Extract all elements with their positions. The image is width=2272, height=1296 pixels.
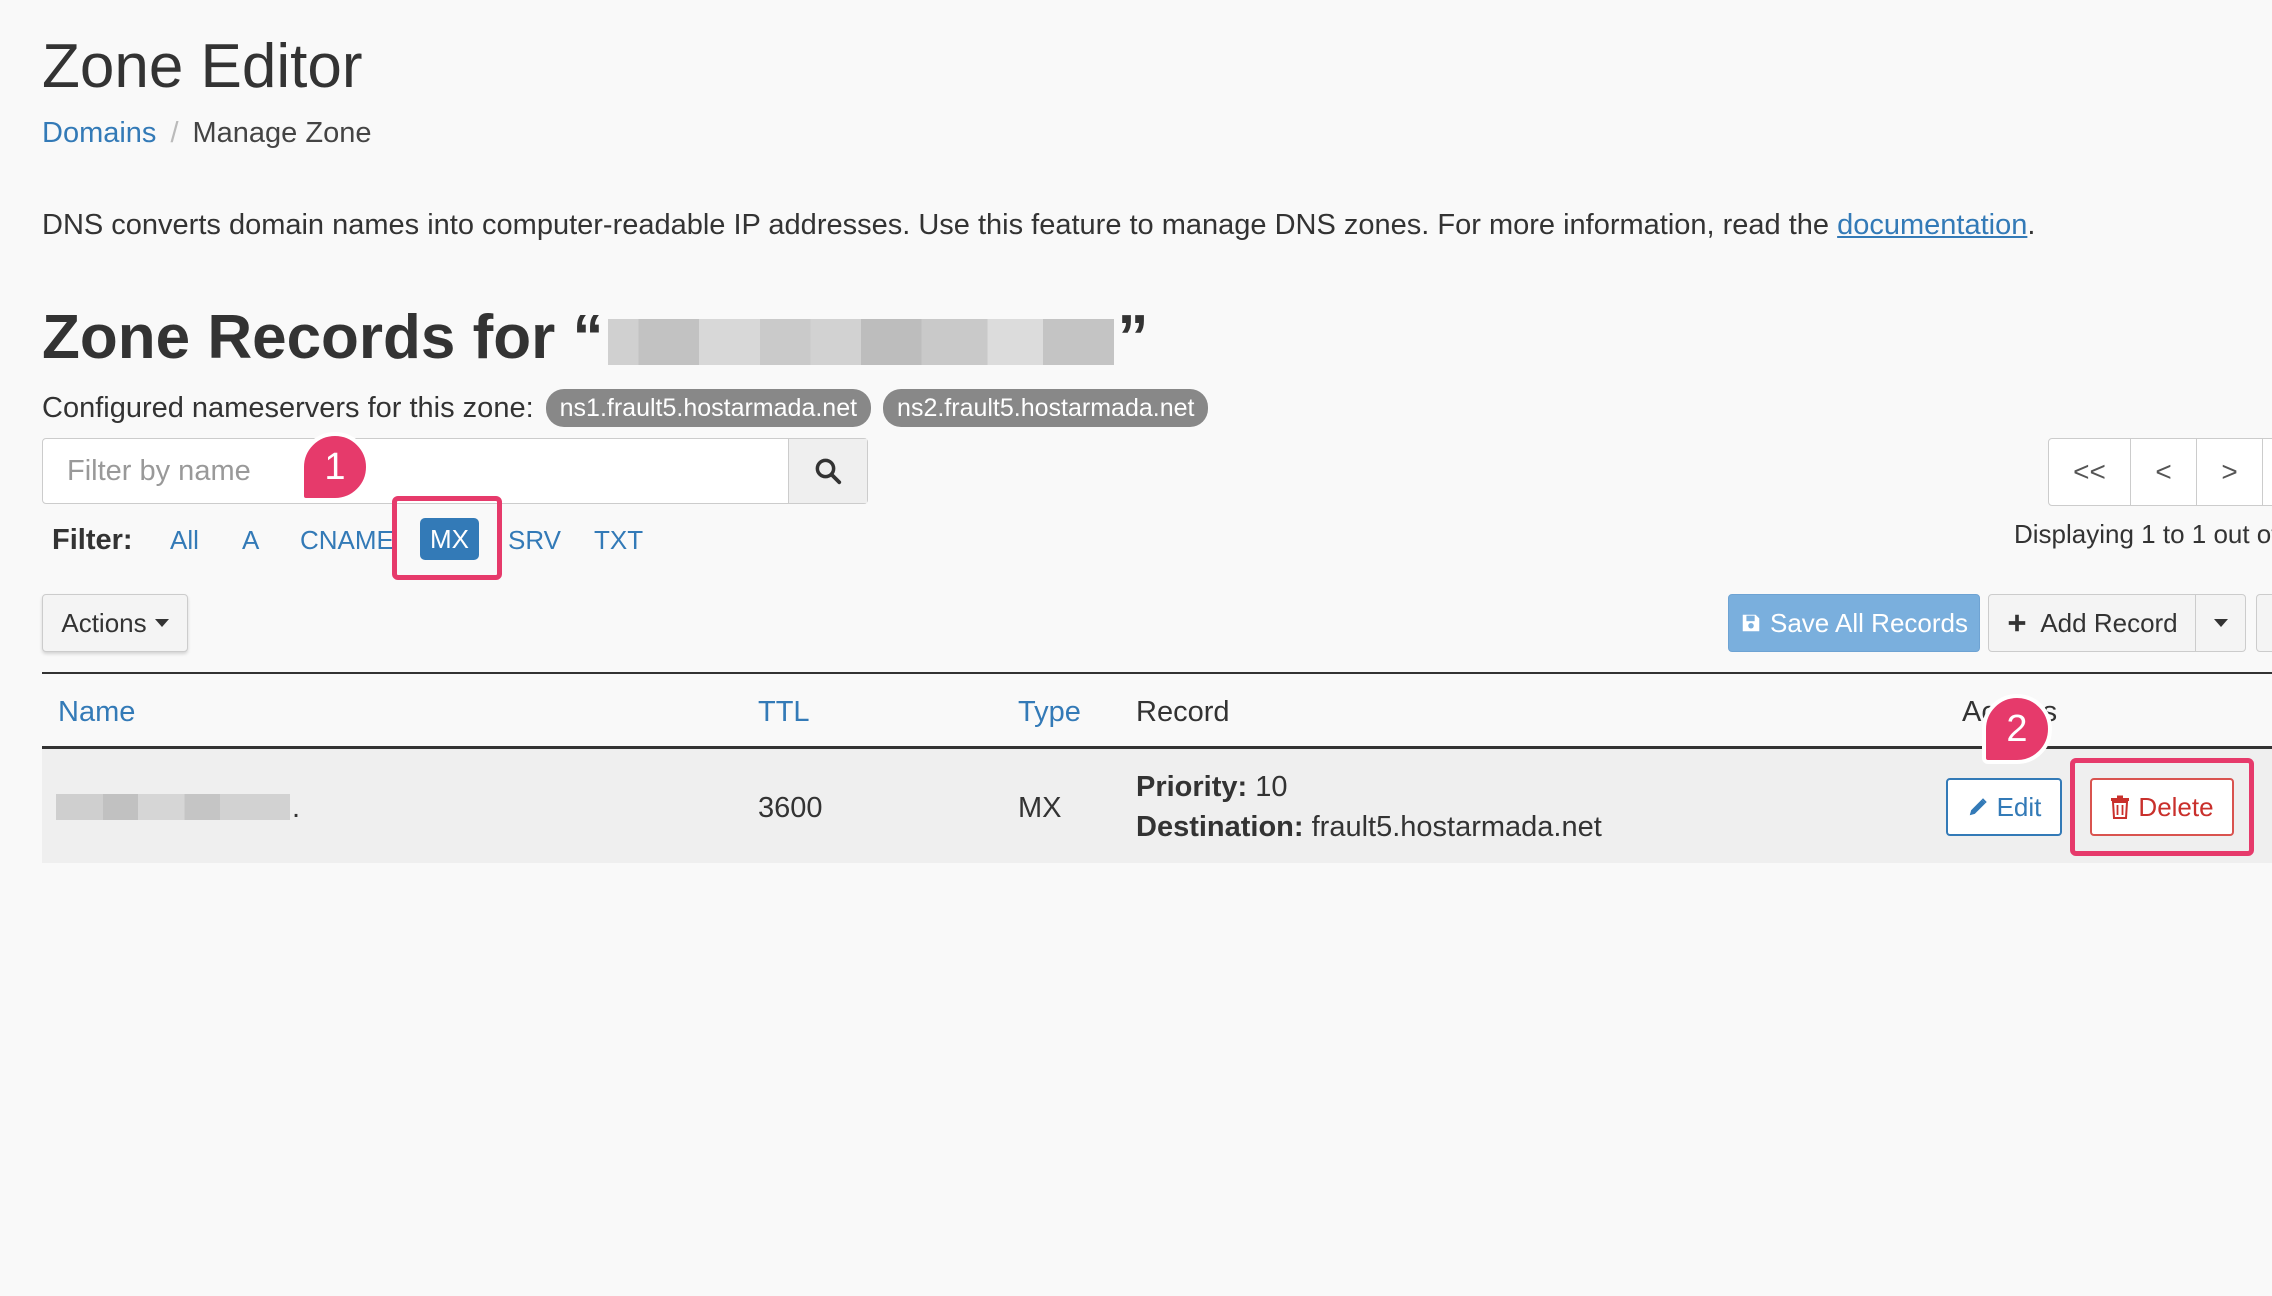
pencil-icon <box>1969 798 1987 816</box>
filter-label: Filter: <box>52 524 133 556</box>
next-page-button[interactable]: > <box>2197 439 2263 505</box>
column-header-record: Record <box>1136 696 1230 728</box>
zone-heading-prefix: Zone Records for “ <box>42 303 604 372</box>
destination-value: frault5.hostarmada.net <box>1311 811 1602 843</box>
column-header-ttl[interactable]: TTL <box>758 690 810 734</box>
prev-page-button[interactable]: < <box>2131 439 2197 505</box>
save-all-records-button[interactable]: Save All Records <box>1728 594 1980 652</box>
nameserver-badge: ns2.frault5.hostarmada.net <box>883 389 1209 427</box>
highlight-box-step-1 <box>392 496 502 580</box>
filter-srv[interactable]: SRV <box>508 520 561 560</box>
edit-button[interactable]: Edit <box>1946 778 2062 836</box>
edit-label: Edit <box>1996 791 2042 822</box>
save-all-label: Save All Records <box>1770 607 1968 638</box>
filter-all[interactable]: All <box>170 520 199 560</box>
page-title: Zone Editor <box>42 32 363 101</box>
record-name-suffix: . <box>292 792 301 824</box>
last-page-button[interactable] <box>2263 439 2272 505</box>
destination-label: Destination: <box>1136 811 1304 843</box>
add-record-label: Add Record <box>2040 607 2178 638</box>
filter-a[interactable]: A <box>242 520 259 560</box>
caret-down-icon <box>154 619 169 627</box>
breadcrumb-domains-link[interactable]: Domains <box>42 117 156 149</box>
nameservers-row: Configured nameservers for this zone: ns… <box>42 386 1209 430</box>
first-page-button[interactable]: << <box>2049 439 2131 505</box>
record-type: MX <box>1018 792 1062 824</box>
pagination-info: Displaying 1 to 1 out of <box>2014 519 2272 549</box>
intro-end: . <box>2027 209 2036 241</box>
redacted-domain <box>607 319 1114 365</box>
search-icon <box>815 458 842 485</box>
record-destination: Destination: frault5.hostarmada.net <box>1136 807 1602 847</box>
plus-icon <box>2009 614 2026 632</box>
filter-by-name-input[interactable] <box>43 439 791 503</box>
redacted-record-name <box>56 794 290 820</box>
nameserver-badge: ns1.frault5.hostarmada.net <box>545 389 872 427</box>
intro-text: DNS converts domain names into computer-… <box>42 204 2035 246</box>
filter-cname[interactable]: CNAME <box>300 520 394 560</box>
priority-value: 10 <box>1255 771 1288 803</box>
add-record-dropdown-toggle[interactable] <box>2196 594 2246 652</box>
priority-label: Priority: <box>1136 771 1248 803</box>
add-record-button[interactable]: Add Record <box>1988 594 2196 652</box>
zone-records-heading: Zone Records for “ ” <box>42 300 1149 376</box>
nameservers-label: Configured nameservers for this zone: <box>42 392 534 424</box>
breadcrumb-separator: / <box>170 117 179 149</box>
actions-label: Actions <box>61 607 147 638</box>
intro-body: DNS converts domain names into computer-… <box>42 209 1838 241</box>
toolbar-extra-button[interactable] <box>2256 594 2272 652</box>
breadcrumb: Domains / Manage Zone <box>42 112 371 154</box>
filter-txt[interactable]: TXT <box>594 520 643 560</box>
step-2-badge: 2 <box>1982 694 2052 764</box>
documentation-link[interactable]: documentation <box>1837 209 2027 241</box>
step-1-badge: 1 <box>300 432 370 502</box>
floppy-disk-icon <box>1742 614 1760 632</box>
highlight-box-step-2 <box>2070 758 2254 856</box>
record-priority: Priority: 10 <box>1136 767 1288 807</box>
column-header-type[interactable]: Type <box>1018 690 1081 734</box>
record-ttl: 3600 <box>758 792 823 824</box>
caret-down-icon <box>2213 619 2228 627</box>
zone-heading-suffix: ” <box>1117 303 1149 372</box>
breadcrumb-current: Manage Zone <box>192 117 372 149</box>
table-top-divider <box>42 672 2272 674</box>
column-header-name[interactable]: Name <box>58 690 135 734</box>
search-button[interactable] <box>788 439 867 503</box>
search-group <box>42 438 868 504</box>
pagination: << < > <box>2048 438 2272 506</box>
actions-dropdown-button[interactable]: Actions <box>42 594 188 652</box>
